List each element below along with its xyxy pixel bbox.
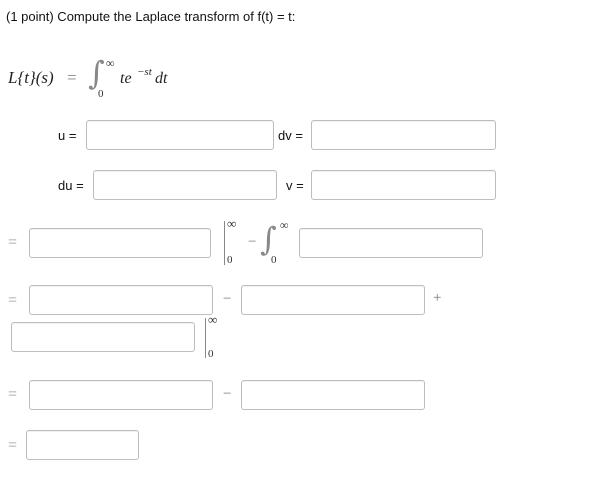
- integrand-te: te: [120, 70, 132, 87]
- integral-upper-limit: ∞: [106, 56, 115, 70]
- evaluated-upper-input[interactable]: [29, 380, 213, 410]
- v-du-integrand-input[interactable]: [299, 228, 483, 258]
- evaluation-bar-row1: [224, 221, 225, 265]
- formula-lhs: L{t}(s): [8, 68, 54, 87]
- minus-sign-row4: −: [223, 386, 232, 402]
- problem-statement: (1 point) Compute the Laplace transform …: [6, 9, 296, 24]
- integrand-exponent: −st: [137, 66, 152, 78]
- eval-lower-row1: 0: [227, 254, 233, 266]
- equals-sign-row2: =: [8, 292, 18, 309]
- equals-sign-row1: =: [8, 234, 18, 251]
- du-label: du =: [58, 178, 84, 193]
- uv-product-input[interactable]: [29, 228, 211, 258]
- u-input[interactable]: [86, 120, 274, 150]
- v-input[interactable]: [311, 170, 496, 200]
- final-answer-input[interactable]: [26, 430, 139, 460]
- minus-sign-row2: −: [223, 291, 232, 307]
- eval-upper-row3: ∞: [208, 312, 218, 327]
- u-label: u =: [58, 128, 77, 143]
- limit-term-input[interactable]: [29, 285, 213, 315]
- du-input[interactable]: [93, 170, 277, 200]
- equals-sign-row5: =: [8, 437, 18, 454]
- second-term-input[interactable]: [241, 285, 425, 315]
- integral-sign-row1: ∫: [260, 220, 277, 258]
- dv-label: dv =: [278, 128, 303, 143]
- integral-lower-row1: 0: [271, 254, 277, 266]
- evaluated-lower-input[interactable]: [241, 380, 425, 410]
- eval-lower-row3: 0: [208, 348, 214, 360]
- evaluation-bar-row3: [205, 318, 206, 358]
- eval-upper-row1: ∞: [227, 216, 237, 231]
- equals-sign-row4: =: [8, 386, 18, 403]
- integral-upper-row1: ∞: [280, 218, 289, 232]
- v-label: v =: [286, 178, 304, 193]
- formula-equals: =: [67, 68, 77, 87]
- minus-sign-row1: −: [248, 234, 257, 250]
- plus-sign-row2: +: [433, 290, 442, 306]
- integral-lower-limit: 0: [98, 88, 104, 100]
- antiderivative-input[interactable]: [11, 322, 195, 352]
- integrand-dt: dt: [155, 70, 168, 87]
- dv-input[interactable]: [311, 120, 496, 150]
- integral-sign: ∫: [88, 54, 105, 92]
